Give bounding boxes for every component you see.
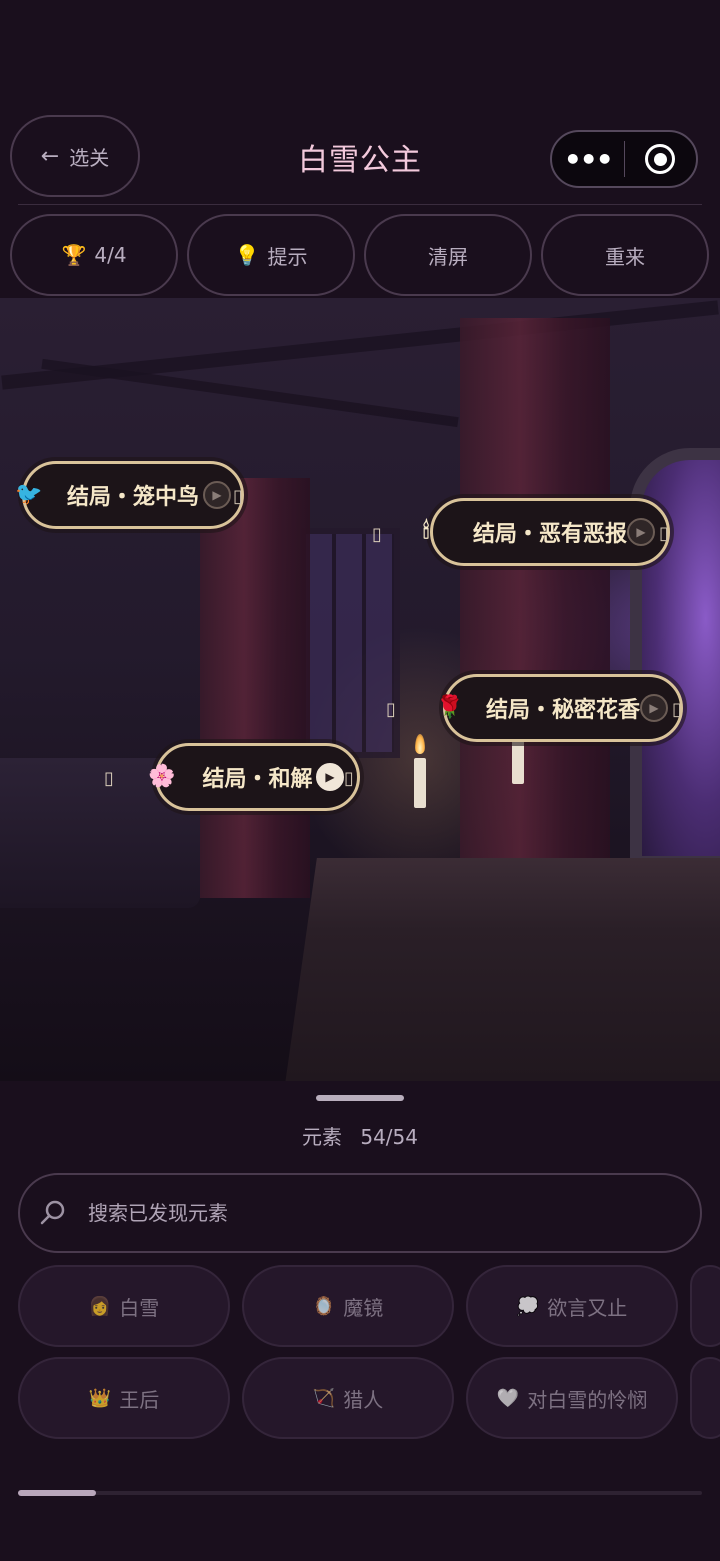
hint-button[interactable]: 💡 提示	[187, 214, 355, 296]
drag-handle[interactable]	[316, 1095, 404, 1101]
bird-icon: 🐦	[15, 482, 43, 507]
chip-label: 对白雪的怜悯	[527, 1387, 648, 1412]
blossom-icon: 🌸	[148, 764, 176, 789]
ending-label: 结局・秘密花香	[485, 698, 640, 723]
placeholder-glyph: ▯	[672, 699, 682, 720]
candle	[414, 758, 426, 808]
element-chip[interactable]: 👩 白雪	[18, 1265, 230, 1347]
progress-label: 4/4	[94, 243, 127, 267]
play-icon[interactable]: ▶	[316, 763, 344, 791]
mirror-icon: 🪞	[312, 1295, 336, 1317]
top-bar: ← 选关 白雪公主 •••	[0, 0, 720, 205]
search-icon	[40, 1200, 65, 1225]
elements-count: 54/54	[360, 1125, 418, 1149]
heart-icon: 🤍	[496, 1387, 520, 1409]
toolbar: 🏆 4/4 💡 提示 清屏 重来	[0, 214, 720, 296]
ending-label: 结局・恶有恶报	[472, 522, 627, 547]
chip-label: 猎人	[343, 1387, 384, 1412]
search-box[interactable]	[18, 1173, 702, 1253]
chip-label: 王后	[119, 1387, 160, 1412]
ending-cage-bird[interactable]: 🐦 结局・笼中鸟 ▶ ▯	[15, 461, 244, 529]
ending-label: 结局・笼中鸟	[66, 485, 199, 510]
target-icon	[645, 144, 676, 174]
elements-label: 元素	[302, 1125, 342, 1149]
elements-counter: 元素 54/54	[0, 1121, 720, 1150]
play-icon[interactable]: ▶	[640, 694, 668, 722]
placeholder-glyph: ▯	[386, 699, 396, 720]
close-miniprogram-button[interactable]	[625, 144, 697, 174]
curtain	[460, 318, 610, 878]
rose-icon: 🌹	[436, 695, 464, 720]
girl-icon: 👩	[88, 1295, 112, 1317]
element-chip[interactable]: 🏹 猎人	[242, 1357, 454, 1439]
candle-icon: 🕯	[423, 519, 430, 544]
ending-secret-fragrance[interactable]: 🌹 结局・秘密花香 ▶ ▯	[436, 674, 683, 742]
header-divider	[18, 204, 702, 205]
crown-icon: 👑	[88, 1387, 112, 1409]
trophy-icon: 🏆	[61, 243, 87, 267]
element-chip-grid: 👩 白雪 🪞 魔镜 💭 欲言又止 👑 王后 🏹 猎人 🤍 对白雪的怜悯	[0, 1265, 720, 1441]
more-icon[interactable]: •••	[552, 143, 624, 176]
play-icon[interactable]: ▶	[627, 518, 655, 546]
element-chip[interactable]: 🪞 魔镜	[242, 1265, 454, 1347]
lightbulb-icon: 💡	[234, 243, 260, 267]
chip-label: 魔镜	[343, 1295, 384, 1320]
element-chip[interactable]: 💭 欲言又止	[466, 1265, 678, 1347]
window	[300, 528, 400, 758]
chip-label: 欲言又止	[547, 1295, 628, 1320]
ceiling-beam	[41, 358, 459, 428]
miniprogram-capsule: •••	[550, 130, 698, 188]
restart-label: 重来	[605, 244, 645, 269]
ending-evil-punished[interactable]: 🕯 结局・恶有恶报 ▶ ▯	[423, 498, 670, 566]
candle-flame	[415, 734, 425, 754]
candle	[512, 738, 524, 784]
search-input[interactable]	[88, 1193, 668, 1233]
scrollbar-thumb[interactable]	[18, 1490, 96, 1496]
placeholder-glyph: ▯	[659, 523, 669, 544]
hint-label: 提示	[267, 244, 308, 269]
play-icon[interactable]: ▶	[203, 481, 231, 509]
placeholder-glyph: ▯	[233, 486, 243, 507]
bow-arrow-icon: 🏹	[312, 1387, 336, 1409]
placeholder-glyph: ▯	[104, 768, 114, 789]
elements-panel: 元素 54/54 👩 白雪 🪞 魔镜 💭 欲言又止 👑 王后 🏹 猎人	[0, 1081, 720, 1561]
ending-reconciliation[interactable]: 🌸 结局・和解 ▶ ▯	[148, 743, 360, 811]
chip-label: 白雪	[119, 1295, 160, 1320]
restart-button[interactable]: 重来	[541, 214, 709, 296]
horizontal-scrollbar[interactable]	[18, 1491, 702, 1495]
clear-label: 清屏	[428, 244, 468, 269]
element-chip[interactable]: 🤍 对白雪的怜悯	[466, 1357, 678, 1439]
progress-button[interactable]: 🏆 4/4	[10, 214, 178, 296]
curtain	[200, 478, 310, 898]
thought-bubble-icon: 💭	[516, 1295, 540, 1317]
placeholder-glyph: ▯	[344, 768, 354, 789]
element-chip[interactable]: 👑 王后	[18, 1357, 230, 1439]
placeholder-glyph: ▯	[372, 524, 382, 545]
element-chip[interactable]	[690, 1265, 720, 1347]
element-chip[interactable]	[690, 1357, 720, 1439]
ending-label: 结局・和解	[202, 767, 313, 792]
dressing-table	[283, 858, 720, 1081]
clear-screen-button[interactable]: 清屏	[364, 214, 532, 296]
